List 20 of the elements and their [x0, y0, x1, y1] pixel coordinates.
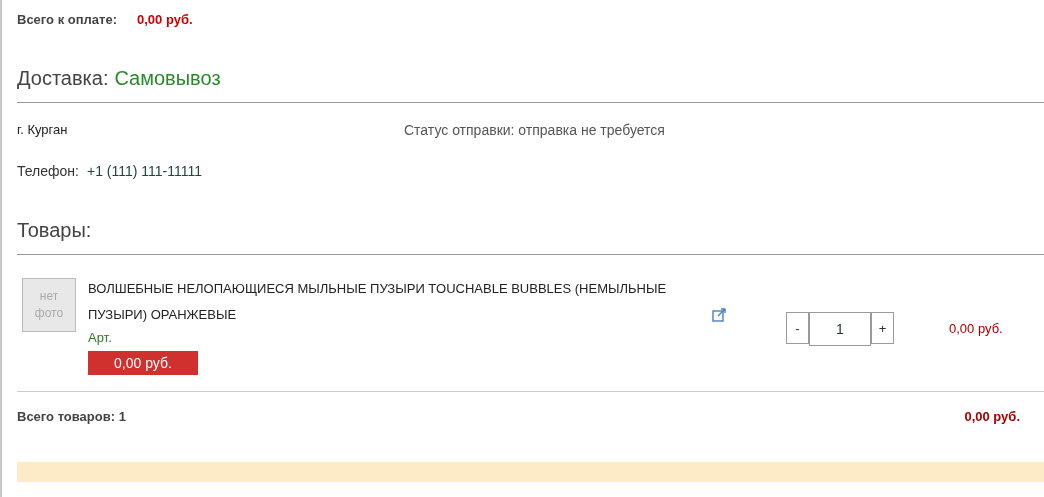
- phone-label: Телефон:: [17, 163, 79, 179]
- total-sum: 0,00 руб.: [964, 409, 1020, 424]
- increase-button[interactable]: +: [871, 312, 894, 344]
- payment-total-label: Всего к оплате:: [17, 12, 117, 27]
- payment-total-value: 0,00 руб.: [137, 12, 193, 27]
- delivery-label: Доставка:: [17, 67, 109, 89]
- delivery-method: Самовывоз: [114, 67, 221, 89]
- item-sum: 0,00 руб.: [949, 321, 1003, 336]
- article-label: Арт.: [88, 330, 113, 345]
- shipping-status: Статус отправки: отправка не требуется: [404, 122, 665, 138]
- product-name[interactable]: ВОЛШЕБНЫЕ НЕЛОПАЮЩИЕСЯ МЫЛЬНЫЕ ПУЗЫРИ TOUCHABLE BUBBLES (НЕМЫЛЬНЫЕ ПУЗЫРИ) ОРАНЖЕВЫЕ: [88, 276, 698, 328]
- phone-number: +1 (111) 111-11111: [86, 163, 203, 179]
- total-items: Всего товаров: 1: [17, 409, 126, 424]
- no-photo-text: нет фото: [33, 288, 65, 322]
- external-link-icon[interactable]: [712, 308, 726, 322]
- quantity-field[interactable]: 1: [809, 312, 871, 346]
- goods-heading: Товары:: [17, 219, 93, 242]
- decrease-button[interactable]: -: [786, 312, 809, 344]
- price-tag: 0,00 руб.: [88, 351, 198, 375]
- city-text: г. Курган: [17, 122, 69, 138]
